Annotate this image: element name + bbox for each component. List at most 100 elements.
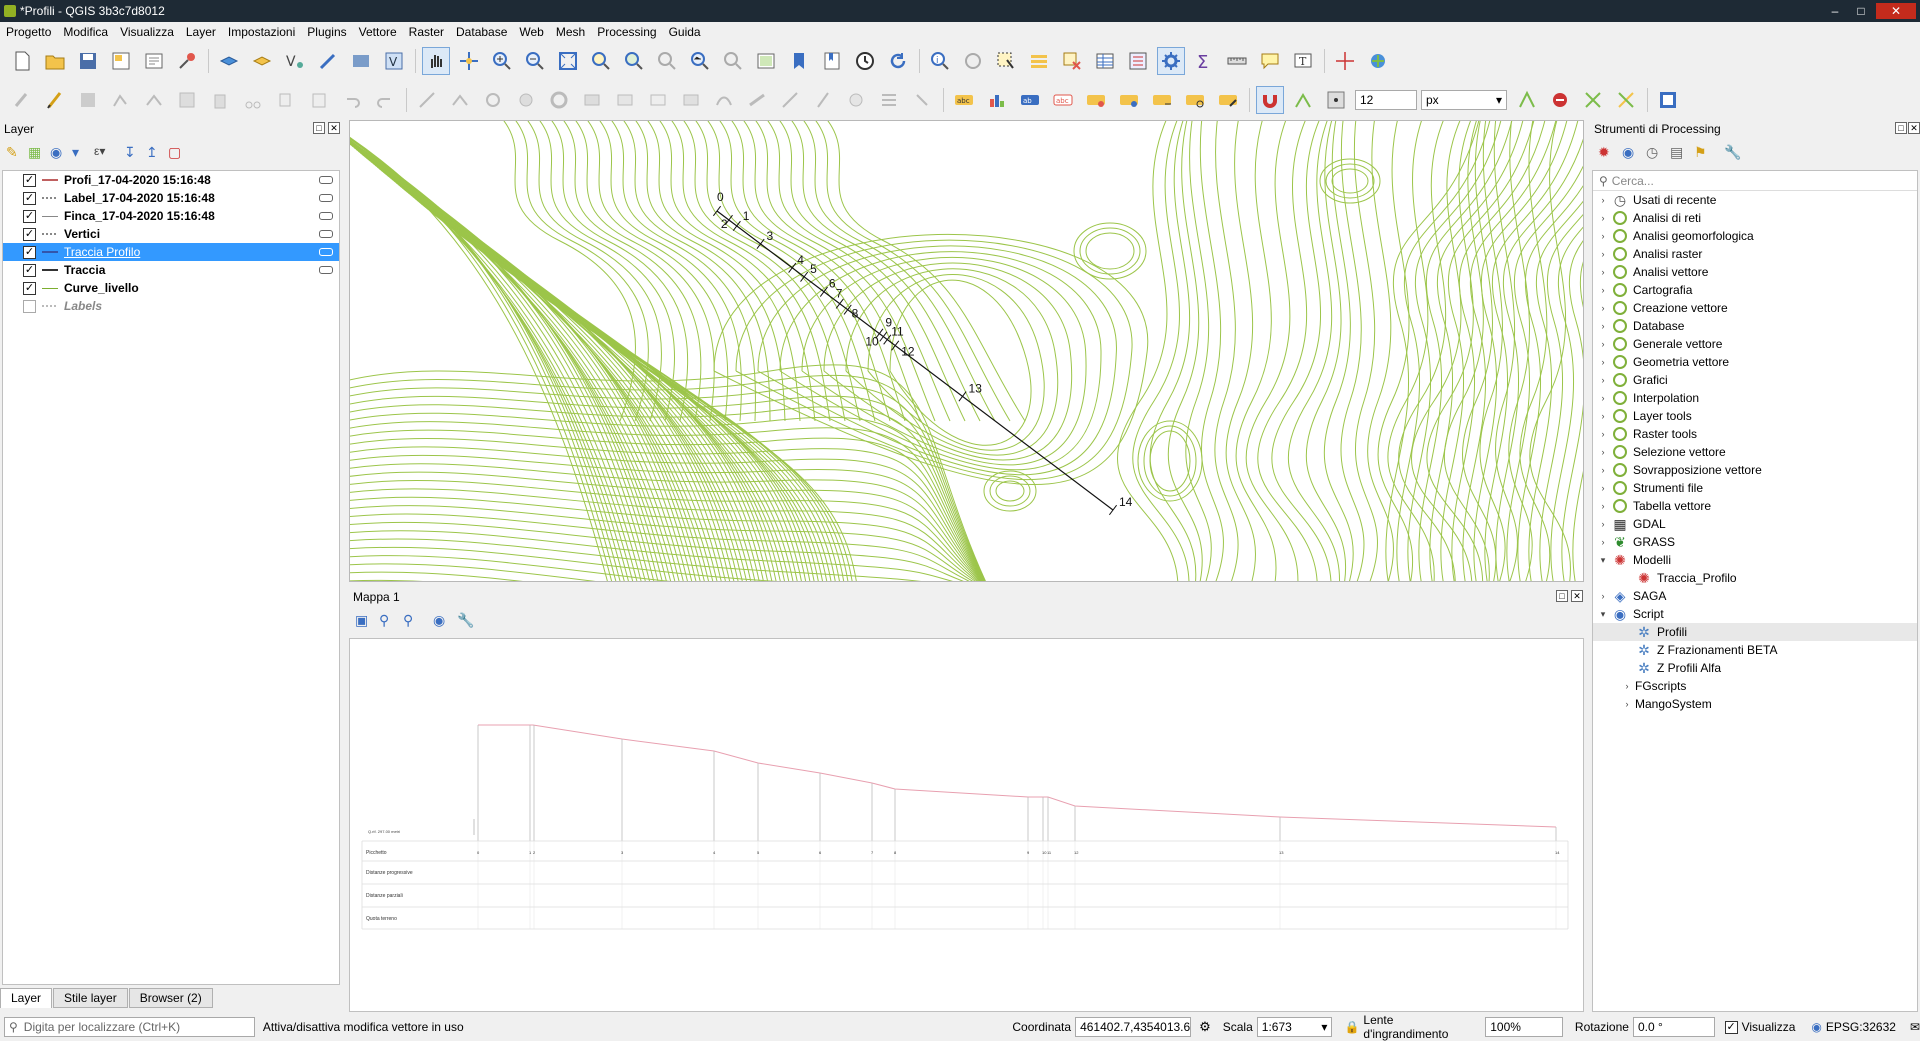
chevron-right-icon[interactable]: › <box>1597 285 1609 295</box>
menu-plugins[interactable]: Plugins <box>307 25 346 39</box>
chevron-right-icon[interactable]: › <box>1597 483 1609 493</box>
scale-select[interactable]: 1:673 ▾ <box>1256 1017 1333 1037</box>
chevron-right-icon[interactable]: › <box>1597 375 1609 385</box>
actions-icon[interactable] <box>959 47 987 75</box>
add-group-icon[interactable]: ▦ <box>28 144 50 164</box>
menu-raster[interactable]: Raster <box>409 25 444 39</box>
processing-item[interactable]: › Grafici <box>1593 371 1917 389</box>
processing-item[interactable]: ▾ ✺ Modelli <box>1593 551 1917 569</box>
models-icon[interactable]: ✹ <box>1598 144 1622 161</box>
label-highlight-icon[interactable]: ab <box>1016 86 1044 114</box>
processing-item[interactable]: › Tabella vettore <box>1593 497 1917 515</box>
chevron-down-icon[interactable]: ▾ <box>1597 609 1609 620</box>
georeferencer-icon[interactable] <box>1364 47 1392 75</box>
layer-indicator-icon[interactable] <box>319 266 333 274</box>
split-features-icon[interactable] <box>776 86 804 114</box>
rotate-feature-icon[interactable] <box>479 86 507 114</box>
chevron-right-icon[interactable]: › <box>1597 393 1609 403</box>
deselect-icon[interactable] <box>1058 47 1086 75</box>
profile-layout-canvas[interactable]: Q.rif. 297.00 metri Picchetto Distanze pro… <box>349 638 1584 1012</box>
delete-part-icon[interactable] <box>677 86 705 114</box>
map-canvas[interactable]: 0 1 2 3 4 5 6 7 8 9 10 11 12 13 14 <box>349 120 1584 582</box>
redo-icon[interactable] <box>371 86 399 114</box>
manage-map-themes-icon[interactable]: ◉ <box>50 144 72 164</box>
menu-progetto[interactable]: Progetto <box>6 25 51 39</box>
fill-ring-icon[interactable] <box>611 86 639 114</box>
close-panel-button[interactable]: ✕ <box>1908 122 1920 134</box>
chevron-right-icon[interactable]: › <box>1597 429 1609 439</box>
processing-item[interactable]: › ◈ SAGA <box>1593 587 1917 605</box>
chevron-right-icon[interactable]: › <box>1597 447 1609 457</box>
collapse-all-icon[interactable]: ↥ <box>146 144 168 164</box>
chevron-right-icon[interactable]: › <box>1597 195 1609 205</box>
processing-item[interactable]: › Layer tools <box>1593 407 1917 425</box>
plugin-panel-icon[interactable] <box>1654 86 1682 114</box>
cut-features-icon[interactable] <box>239 86 267 114</box>
attribute-table-icon[interactable] <box>1091 47 1119 75</box>
select-by-value-icon[interactable] <box>1025 47 1053 75</box>
delete-ring-icon[interactable] <box>644 86 672 114</box>
open-layer-styling-icon[interactable]: ✎ <box>6 144 28 164</box>
merge-features-icon[interactable] <box>842 86 870 114</box>
open-project-icon[interactable] <box>41 47 69 75</box>
select-features-icon[interactable] <box>992 47 1020 75</box>
chevron-right-icon[interactable]: › <box>1597 321 1609 331</box>
chevron-right-icon[interactable]: › <box>1621 681 1633 691</box>
zoom-full-icon[interactable] <box>554 47 582 75</box>
coordinate-input[interactable]: 461402.7,4354013.6 <box>1075 1017 1192 1037</box>
processing-item[interactable]: › Analisi raster <box>1593 245 1917 263</box>
chevron-right-icon[interactable]: › <box>1597 249 1609 259</box>
menu-guida[interactable]: Guida <box>669 25 701 39</box>
pan-to-selection-icon[interactable] <box>455 47 483 75</box>
filter-by-expression-icon[interactable]: ε▾ <box>94 144 124 164</box>
options-wrench-icon[interactable]: 🔧 <box>1724 144 1748 161</box>
processing-item[interactable]: › Geometria vettore <box>1593 353 1917 371</box>
locator-input[interactable]: ⚲ Digita per localizzare (Ctrl+K) <box>4 1017 255 1037</box>
current-edits-icon[interactable] <box>8 86 36 114</box>
zoom-in-icon[interactable] <box>488 47 516 75</box>
undo-icon[interactable] <box>338 86 366 114</box>
float-panel-button[interactable]: □ <box>1556 590 1568 602</box>
layer-row[interactable]: ✓ Vertici <box>3 225 339 243</box>
layer-row[interactable]: ✓ Profi_17-04-2020 15:16:48 <box>3 171 339 189</box>
add-part-icon[interactable] <box>578 86 606 114</box>
label-pin-icon[interactable]: abc <box>950 86 978 114</box>
snap-layers-icon[interactable] <box>1289 86 1317 114</box>
layer-visibility-checkbox[interactable]: ✓ <box>23 191 36 205</box>
menu-web[interactable]: Web <box>519 25 543 39</box>
magnifier-input[interactable]: 100% <box>1485 1017 1563 1037</box>
edit-features-in-place-icon[interactable]: ⚑ <box>1694 144 1724 161</box>
chevron-right-icon[interactable]: › <box>1621 699 1633 709</box>
layer-row[interactable]: ✓ Label_17-04-2020 15:16:48 <box>3 189 339 207</box>
topological-editing-icon[interactable] <box>1513 86 1541 114</box>
statistics-sigma-icon[interactable]: Σ <box>1190 47 1218 75</box>
menu-visualizza[interactable]: Visualizza <box>120 25 174 39</box>
layer-row[interactable]: ✓ Finca_17-04-2020 15:16:48 <box>3 207 339 225</box>
close-button[interactable]: ✕ <box>1876 3 1916 19</box>
expand-all-icon[interactable]: ↧ <box>124 144 146 164</box>
processing-item[interactable]: › Generale vettore <box>1593 335 1917 353</box>
chevron-right-icon[interactable]: › <box>1597 267 1609 277</box>
layer-visibility-checkbox[interactable]: ✓ <box>23 209 36 223</box>
zoom-out-icon[interactable]: ⚲ <box>403 612 433 629</box>
zoom-in-icon[interactable]: ⚲ <box>379 612 403 629</box>
offset-curve-icon[interactable] <box>743 86 771 114</box>
processing-item[interactable]: › Selezione vettore <box>1593 443 1917 461</box>
crosshair-icon[interactable] <box>1331 47 1359 75</box>
layer-row[interactable]: ✓ Curve_livello <box>3 279 339 297</box>
new-print-layout-icon[interactable] <box>107 47 135 75</box>
rotation-input[interactable]: 0.0 ° <box>1632 1017 1715 1037</box>
merge-attributes-icon[interactable] <box>875 86 903 114</box>
diagram-icon[interactable] <box>983 86 1011 114</box>
refresh-icon[interactable] <box>884 47 912 75</box>
zoom-layer-icon[interactable] <box>620 47 648 75</box>
copy-features-icon[interactable] <box>272 86 300 114</box>
maximize-button[interactable]: □ <box>1850 3 1872 19</box>
processing-toolbox-icon[interactable] <box>1157 47 1185 75</box>
tab-browser[interactable]: Browser (2) <box>128 988 213 1008</box>
chevron-down-icon[interactable]: ▾ <box>1597 555 1609 566</box>
menu-processing[interactable]: Processing <box>597 25 656 39</box>
layer-row[interactable]: ✓ Traccia <box>3 261 339 279</box>
pan-hand-icon[interactable] <box>422 47 450 75</box>
processing-item[interactable]: › Analisi geomorfologica <box>1593 227 1917 245</box>
